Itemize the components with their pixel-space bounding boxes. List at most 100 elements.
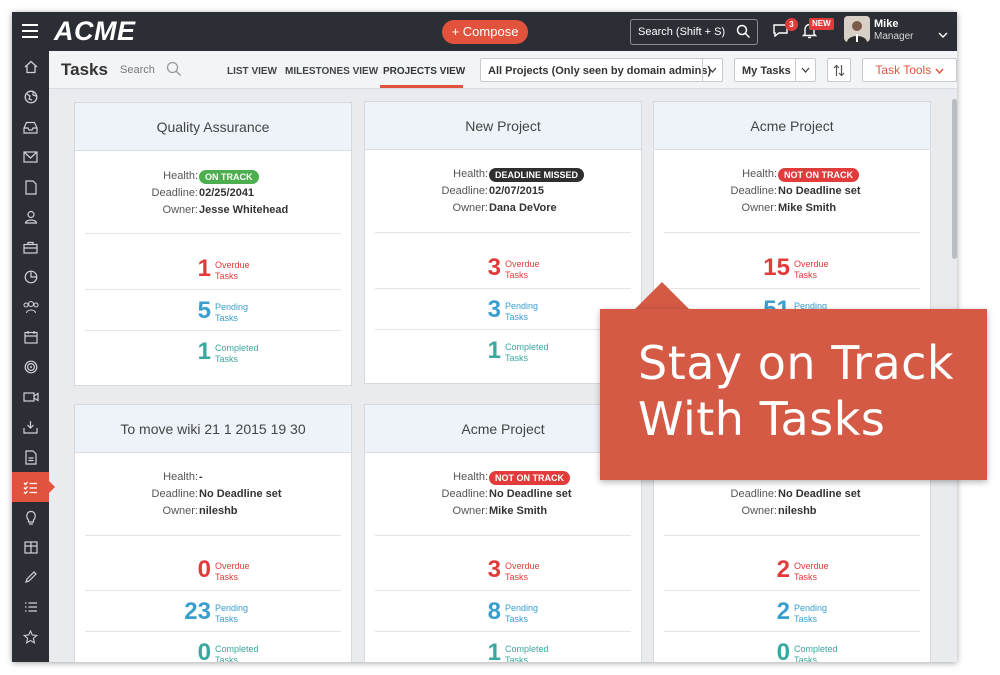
deadline-value: No Deadline set xyxy=(778,488,861,500)
task-tools-label: Task Tools xyxy=(875,63,932,77)
pending-count: 5 xyxy=(197,297,211,324)
overdue-stat[interactable]: 3 Overdue Tasks xyxy=(365,254,643,284)
stat-label: Tasks xyxy=(794,572,818,582)
deadline-label: Deadline: xyxy=(730,185,777,197)
owner-value: Mike Smith xyxy=(778,202,837,214)
user-name[interactable]: Mike xyxy=(874,18,898,30)
home-icon[interactable] xyxy=(12,52,49,82)
people-icon[interactable] xyxy=(12,292,49,322)
inbox-icon[interactable] xyxy=(12,112,49,142)
stat-label: Tasks xyxy=(215,614,239,624)
task-filter-value: My Tasks xyxy=(742,65,791,77)
project-name[interactable]: To move wiki 21 1 2015 19 30 xyxy=(75,405,351,453)
pending-stat[interactable]: 2 Pending Tasks xyxy=(654,598,932,628)
deadline-label: Deadline: xyxy=(151,488,198,500)
lightbulb-icon[interactable] xyxy=(12,502,49,532)
calendar-icon[interactable] xyxy=(12,322,49,352)
pending-stat[interactable]: 8 Pending Tasks xyxy=(365,598,643,628)
search-icon[interactable] xyxy=(166,61,182,82)
divider xyxy=(664,590,920,591)
completed-stat[interactable]: 0 Completed Tasks xyxy=(654,639,932,662)
pie-chart-icon[interactable] xyxy=(12,262,49,292)
globe-icon[interactable] xyxy=(12,82,49,112)
global-search-input[interactable]: Search (Shift + S) xyxy=(630,19,758,45)
table-icon[interactable] xyxy=(12,532,49,562)
overdue-stat[interactable]: 1 Overdue Tasks xyxy=(75,255,353,285)
callout-line-2: With Tasks xyxy=(638,392,886,446)
divider xyxy=(375,535,631,536)
pending-stat[interactable]: 5 Pending Tasks xyxy=(75,297,353,327)
overdue-stat[interactable]: 3 Overdue Tasks xyxy=(365,556,643,586)
task-filter-select[interactable]: My Tasks xyxy=(734,58,816,82)
tasks-search-input[interactable]: Search xyxy=(120,64,155,76)
briefcase-icon[interactable] xyxy=(12,232,49,262)
star-icon[interactable] xyxy=(12,622,49,652)
overdue-count: 15 xyxy=(763,254,790,281)
overdue-count: 3 xyxy=(487,254,501,281)
completed-stat[interactable]: 1 Completed Tasks xyxy=(365,639,643,662)
callout-text: Stay on Track With Tasks xyxy=(638,335,978,447)
overdue-stat[interactable]: 0 Overdue Tasks xyxy=(75,556,353,586)
pending-count: 23 xyxy=(184,598,211,625)
search-icon xyxy=(736,24,751,44)
health-label: Health: xyxy=(163,471,198,483)
owner-value: nileshb xyxy=(778,505,817,517)
pencil-icon[interactable] xyxy=(12,562,49,592)
deadline-value: No Deadline set xyxy=(199,488,282,500)
sort-button[interactable] xyxy=(827,58,851,82)
tasks-icon[interactable] xyxy=(12,472,55,502)
video-icon[interactable] xyxy=(12,382,49,412)
pending-count: 2 xyxy=(776,598,790,625)
menu-icon[interactable] xyxy=(22,24,40,38)
scrollbar[interactable] xyxy=(952,99,957,259)
deadline-label: Deadline: xyxy=(441,488,488,500)
owner-value: Jesse Whitehead xyxy=(199,204,289,216)
divider xyxy=(85,330,341,331)
completed-stat[interactable]: 0 Completed Tasks xyxy=(75,639,353,662)
target-icon[interactable] xyxy=(12,352,49,382)
overdue-stat[interactable]: 2 Overdue Tasks xyxy=(654,556,932,586)
stat-label: Tasks xyxy=(215,655,239,662)
deadline-value: No Deadline set xyxy=(778,185,861,197)
chevron-down-icon[interactable] xyxy=(938,26,948,44)
stat-label: Tasks xyxy=(505,655,529,662)
deadline-label: Deadline: xyxy=(441,185,488,197)
project-filter-select[interactable]: All Projects (Only seen by domain admins… xyxy=(480,58,723,82)
pending-stat[interactable]: 23 Pending Tasks xyxy=(75,598,353,628)
tab-list-view[interactable]: LIST VIEW xyxy=(227,66,277,77)
project-name[interactable]: New Project xyxy=(365,102,641,150)
status-badge: DEADLINE MISSED xyxy=(489,168,585,182)
chevron-down-icon xyxy=(795,59,815,81)
stat-label: Tasks xyxy=(505,614,529,624)
overdue-stat[interactable]: 15 Overdue Tasks xyxy=(654,254,932,284)
tab-milestones-view[interactable]: MILESTONES VIEW xyxy=(285,66,378,77)
project-card[interactable]: To move wiki 21 1 2015 19 30 Health: - De… xyxy=(74,404,352,662)
download-tray-icon[interactable] xyxy=(12,412,49,442)
stat-label: Overdue xyxy=(794,259,829,269)
stat-label: Completed xyxy=(215,644,259,654)
project-name[interactable]: Acme Project xyxy=(654,102,930,150)
task-tools-button[interactable]: Task Tools xyxy=(862,58,957,82)
completed-stat[interactable]: 1 Completed Tasks xyxy=(75,338,353,368)
project-name[interactable]: Quality Assurance xyxy=(75,103,351,151)
tab-projects-view[interactable]: PROJECTS VIEW xyxy=(383,66,465,77)
mail-icon[interactable] xyxy=(12,142,49,172)
divider xyxy=(664,232,920,233)
owner-label: Owner: xyxy=(452,505,488,517)
compose-button[interactable]: + Compose xyxy=(442,20,528,44)
deadline-label: Deadline: xyxy=(151,187,198,199)
list-icon[interactable] xyxy=(12,592,49,622)
sort-icon xyxy=(833,64,845,76)
avatar[interactable] xyxy=(844,16,870,42)
stat-label: Tasks xyxy=(215,354,239,364)
person-icon[interactable] xyxy=(12,202,49,232)
top-bar: ACME + Compose Search (Shift + S) 3 NEW … xyxy=(12,12,957,51)
document-icon[interactable] xyxy=(12,172,49,202)
page-title: Tasks xyxy=(61,60,108,79)
owner-label: Owner: xyxy=(162,505,198,517)
owner-value: nileshb xyxy=(199,505,238,517)
project-card[interactable]: Quality Assurance Health: ON TRACK Deadli… xyxy=(74,102,352,386)
sidebar xyxy=(12,51,55,662)
callout-pointer xyxy=(634,282,690,310)
report-icon[interactable] xyxy=(12,442,49,472)
